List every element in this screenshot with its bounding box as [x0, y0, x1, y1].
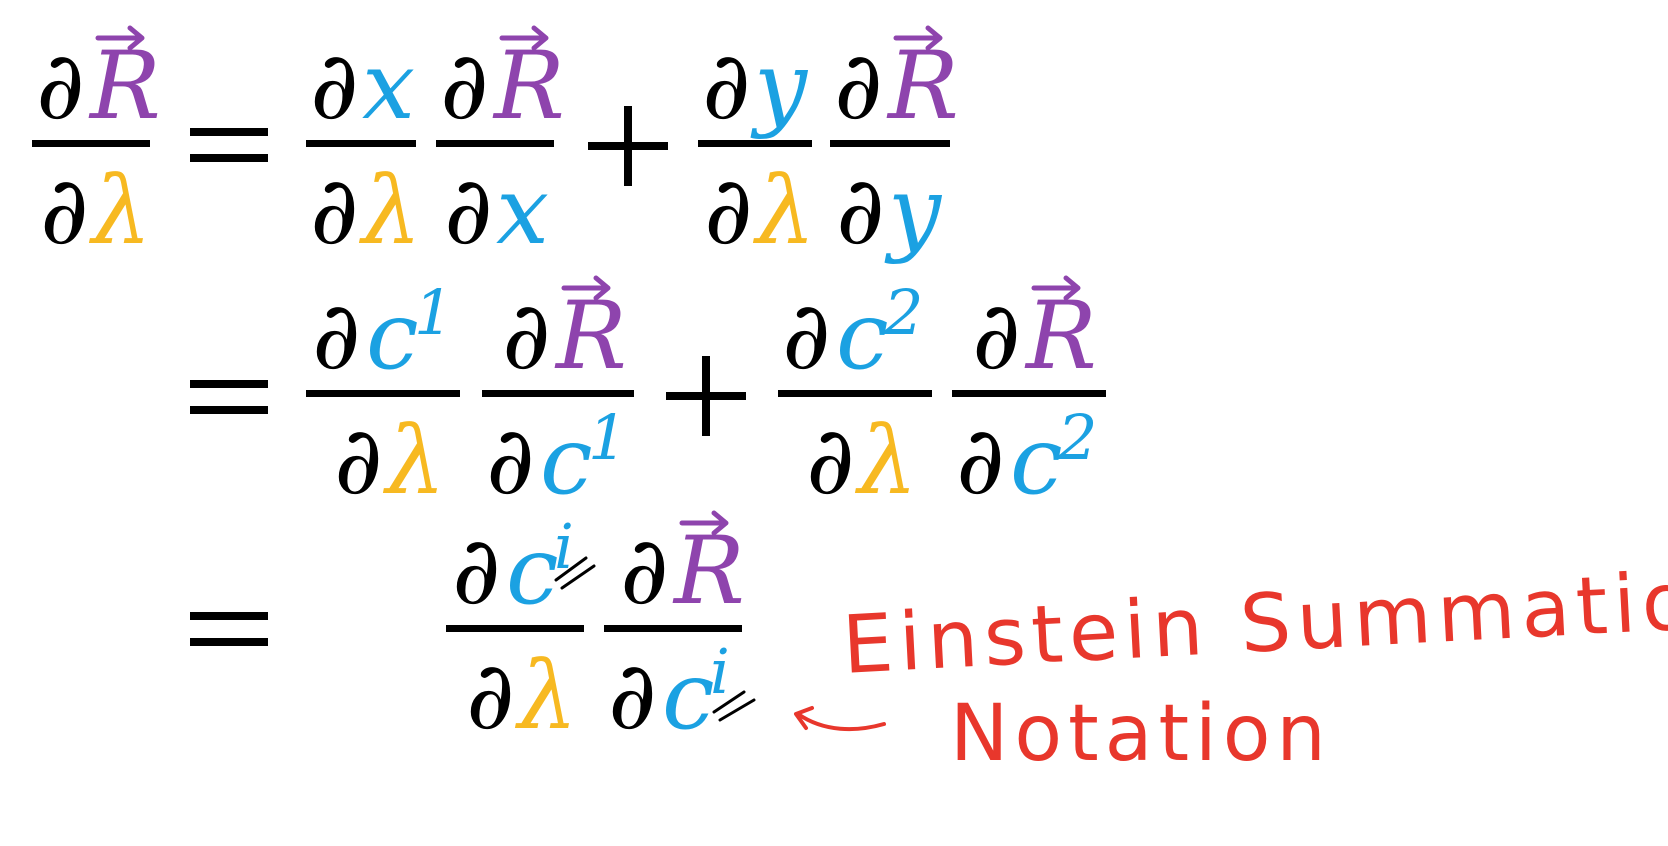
vector-arrow-r1-t4: [893, 25, 943, 51]
vector-arrow-r2-t2: [561, 275, 611, 301]
summation-tick-upper: [554, 556, 596, 590]
annotation-arrow-icon: [794, 706, 886, 732]
vector-arrow-r2-t4: [1031, 275, 1081, 301]
overlay-strokes: [95, 25, 1081, 732]
annotation-line-2: Notation: [950, 689, 1332, 779]
vector-arrow-r3-t2: [679, 510, 729, 536]
vector-arrow-lhs: [95, 25, 145, 51]
summation-tick-lower: [712, 690, 756, 722]
vector-arrow-r1-t2: [499, 25, 549, 51]
